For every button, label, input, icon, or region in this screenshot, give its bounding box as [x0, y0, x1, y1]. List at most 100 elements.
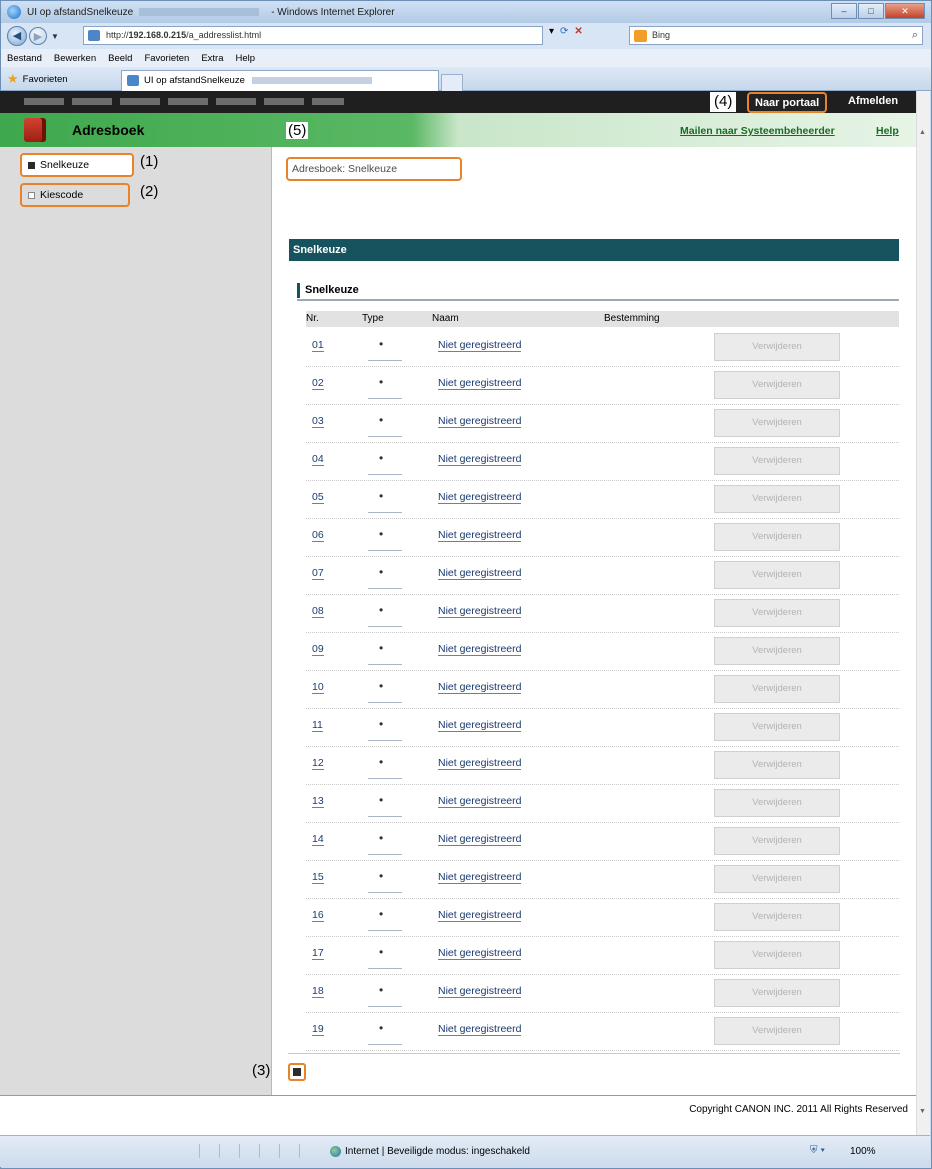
url-input[interactable]: http://192.168.0.215/a_addresslist.html — [83, 26, 543, 45]
help-link[interactable]: Help — [876, 125, 899, 137]
favorites-button[interactable]: ★ Favorieten — [7, 71, 68, 87]
delete-button[interactable]: Verwijderen — [714, 409, 840, 437]
delete-button[interactable]: Verwijderen — [714, 941, 840, 969]
row-number-link[interactable]: 10 — [312, 681, 324, 694]
row-number-link[interactable]: 16 — [312, 909, 324, 922]
row-number-link[interactable]: 01 — [312, 339, 324, 352]
search-input[interactable]: Bing ⌕ — [629, 26, 923, 45]
row-number-link[interactable]: 08 — [312, 605, 324, 618]
forward-button[interactable]: ▶ — [29, 27, 47, 45]
scroll-down-icon[interactable]: ▼ — [919, 1108, 926, 1115]
row-name-link[interactable]: Niet geregistreerd — [438, 415, 522, 428]
row-name-link[interactable]: Niet geregistreerd — [438, 453, 522, 466]
row-name-link[interactable]: Niet geregistreerd — [438, 339, 522, 352]
row-name-link[interactable]: Niet geregistreerd — [438, 795, 522, 808]
menu-help[interactable]: Help — [236, 53, 256, 64]
refresh-icon[interactable]: ⟳ — [560, 26, 568, 37]
minimize-icon[interactable]: – — [831, 3, 857, 19]
row-number-link[interactable]: 05 — [312, 491, 324, 504]
delete-button[interactable]: Verwijderen — [714, 979, 840, 1007]
scroll-up-icon[interactable]: ▲ — [919, 129, 926, 136]
row-number-link[interactable]: 13 — [312, 795, 324, 808]
type-underline — [368, 968, 402, 969]
row-number-link[interactable]: 12 — [312, 757, 324, 770]
delete-button[interactable]: Verwijderen — [714, 561, 840, 589]
row-number-link[interactable]: 09 — [312, 643, 324, 656]
delete-button[interactable]: Verwijderen — [714, 827, 840, 855]
row-name-link[interactable]: Niet geregistreerd — [438, 643, 522, 656]
row-name-link[interactable]: Niet geregistreerd — [438, 909, 522, 922]
close-icon[interactable]: ✕ — [885, 3, 925, 19]
table-row: 12 • Niet geregistreerd Verwijderen — [306, 747, 899, 785]
back-to-top-icon[interactable] — [288, 1063, 306, 1081]
row-number-link[interactable]: 19 — [312, 1023, 324, 1036]
row-name-link[interactable]: Niet geregistreerd — [438, 871, 522, 884]
type-underline — [368, 360, 402, 361]
row-type: • — [379, 717, 384, 731]
row-number-link[interactable]: 02 — [312, 377, 324, 390]
row-type: • — [379, 489, 384, 503]
row-name-link[interactable]: Niet geregistreerd — [438, 757, 522, 770]
delete-button[interactable]: Verwijderen — [714, 599, 840, 627]
sidebar-item-kiescode[interactable]: Kiescode — [20, 183, 130, 207]
delete-button[interactable]: Verwijderen — [714, 713, 840, 741]
row-name-link[interactable]: Niet geregistreerd — [438, 1023, 522, 1036]
row-name-link[interactable]: Niet geregistreerd — [438, 605, 522, 618]
row-name-link[interactable]: Niet geregistreerd — [438, 719, 522, 732]
history-dropdown-icon[interactable]: ▼ — [51, 32, 59, 41]
table-row: 17 • Niet geregistreerd Verwijderen — [306, 937, 899, 975]
protected-mode-icon[interactable]: ⛨ ▾ — [810, 1145, 825, 1156]
maximize-icon[interactable]: □ — [858, 3, 884, 19]
row-name-link[interactable]: Niet geregistreerd — [438, 529, 522, 542]
type-underline — [368, 436, 402, 437]
zoom-level[interactable]: 100% — [850, 1146, 876, 1157]
stop-icon[interactable]: ✕ — [574, 26, 582, 37]
row-type: • — [379, 1021, 384, 1035]
delete-button[interactable]: Verwijderen — [714, 789, 840, 817]
type-underline — [368, 626, 402, 627]
vertical-scrollbar[interactable]: ▲ ▼ — [916, 91, 930, 1135]
menu-favorieten[interactable]: Favorieten — [144, 53, 189, 64]
back-button[interactable]: ◀ — [7, 26, 27, 46]
menu-beeld[interactable]: Beeld — [108, 53, 132, 64]
sidebar-item-snelkeuze[interactable]: Snelkeuze — [20, 153, 134, 177]
menu-bestand[interactable]: Bestand — [7, 53, 42, 64]
menu-extra[interactable]: Extra — [201, 53, 223, 64]
delete-button[interactable]: Verwijderen — [714, 371, 840, 399]
delete-button[interactable]: Verwijderen — [714, 523, 840, 551]
logout-link[interactable]: Afmelden — [848, 95, 898, 107]
url-dropdown-icon[interactable]: ▾ — [549, 26, 554, 37]
delete-button[interactable]: Verwijderen — [714, 447, 840, 475]
search-icon[interactable]: ⌕ — [912, 27, 918, 44]
row-name-link[interactable]: Niet geregistreerd — [438, 681, 522, 694]
delete-button[interactable]: Verwijderen — [714, 903, 840, 931]
row-name-link[interactable]: Niet geregistreerd — [438, 833, 522, 846]
new-tab-button[interactable] — [441, 74, 463, 91]
row-name-link[interactable]: Niet geregistreerd — [438, 491, 522, 504]
row-number-link[interactable]: 18 — [312, 985, 324, 998]
delete-button[interactable]: Verwijderen — [714, 1017, 840, 1045]
row-name-link[interactable]: Niet geregistreerd — [438, 377, 522, 390]
delete-button[interactable]: Verwijderen — [714, 637, 840, 665]
row-number-link[interactable]: 11 — [312, 719, 323, 732]
row-number-link[interactable]: 03 — [312, 415, 324, 428]
row-name-link[interactable]: Niet geregistreerd — [438, 985, 522, 998]
mail-admin-link[interactable]: Mailen naar Systeembeheerder — [680, 125, 835, 137]
delete-button[interactable]: Verwijderen — [714, 865, 840, 893]
delete-button[interactable]: Verwijderen — [714, 485, 840, 513]
row-name-link[interactable]: Niet geregistreerd — [438, 947, 522, 960]
row-number-link[interactable]: 07 — [312, 567, 324, 580]
row-number-link[interactable]: 06 — [312, 529, 324, 542]
portal-button[interactable]: Naar portaal — [747, 92, 828, 113]
row-number-link[interactable]: 17 — [312, 947, 324, 960]
copyright-text: Copyright CANON INC. 2011 All Rights Res… — [689, 1104, 908, 1115]
tab-active[interactable]: UI op afstandSnelkeuze — [121, 70, 439, 91]
row-number-link[interactable]: 15 — [312, 871, 324, 884]
delete-button[interactable]: Verwijderen — [714, 751, 840, 779]
menu-bewerken[interactable]: Bewerken — [54, 53, 96, 64]
row-name-link[interactable]: Niet geregistreerd — [438, 567, 522, 580]
row-number-link[interactable]: 14 — [312, 833, 324, 846]
row-number-link[interactable]: 04 — [312, 453, 324, 466]
delete-button[interactable]: Verwijderen — [714, 675, 840, 703]
delete-button[interactable]: Verwijderen — [714, 333, 840, 361]
